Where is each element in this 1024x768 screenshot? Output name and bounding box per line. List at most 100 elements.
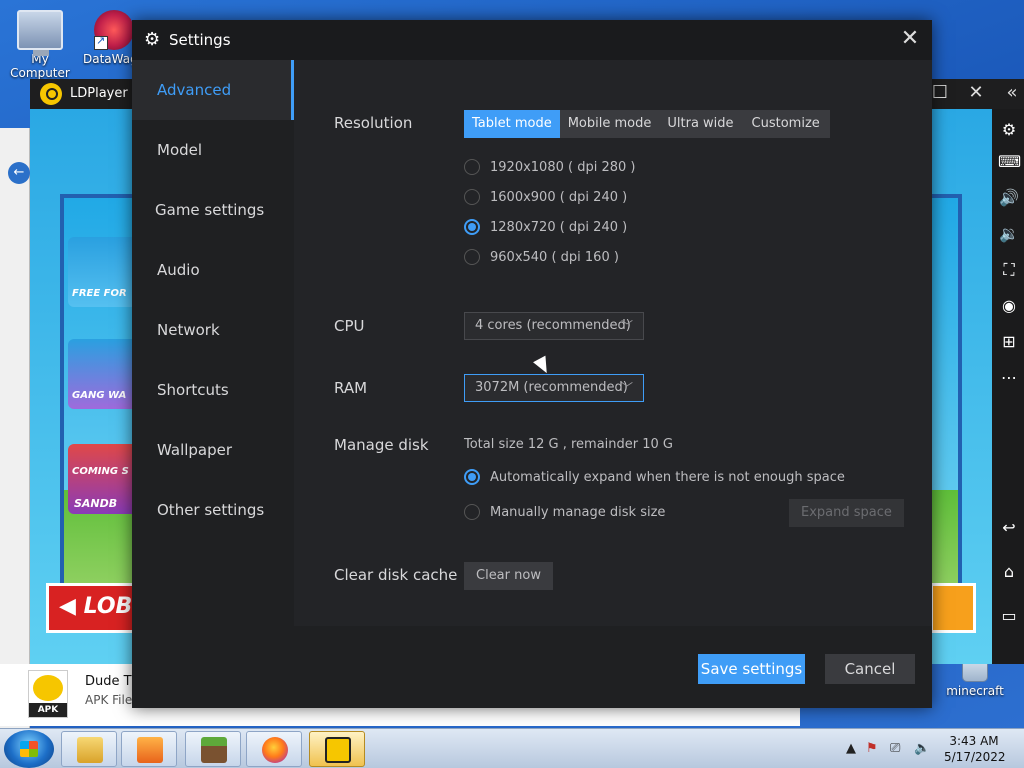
taskbar-minecraft[interactable] bbox=[185, 731, 241, 767]
back-nav-icon[interactable]: ↩ bbox=[998, 517, 1020, 539]
folder-icon bbox=[77, 737, 103, 763]
show-hidden-icons-icon[interactable]: ▲ bbox=[846, 741, 856, 756]
game-card-label: SANDB bbox=[74, 497, 118, 510]
ldplayer-sidebar: ⚙ ⌨ 🔊 🔉 ⛶ ◉ ⊞ ⋯ ↩ ⌂ ▭ bbox=[992, 109, 1024, 664]
disk-manual-option[interactable]: Manually manage disk size bbox=[464, 503, 665, 522]
taskbar-ldplayer[interactable] bbox=[309, 731, 365, 767]
settings-nav: Advanced Model Game settings Audio Netwo… bbox=[132, 60, 294, 626]
home-icon[interactable]: ⌂ bbox=[998, 561, 1020, 583]
volume-down-icon[interactable]: 🔉 bbox=[998, 223, 1020, 245]
resolution-option[interactable]: 960x540 ( dpi 160 ) bbox=[464, 248, 619, 267]
taskbar-media-player[interactable] bbox=[121, 731, 177, 767]
nav-item-game-settings[interactable]: Game settings bbox=[132, 180, 294, 240]
game-card-gang-wars[interactable]: GANG WA bbox=[68, 339, 138, 409]
clear-now-button[interactable]: Clear now bbox=[464, 562, 553, 590]
expand-space-button[interactable]: Expand space bbox=[789, 499, 904, 527]
taskbar-firefox[interactable] bbox=[246, 731, 302, 767]
desktop-icon-my-computer[interactable]: My Computer bbox=[0, 10, 80, 80]
resolution-label: Resolution bbox=[334, 114, 413, 132]
chevron-down-icon: ﹀ bbox=[620, 381, 633, 395]
recent-apps-icon[interactable]: ▭ bbox=[998, 605, 1020, 627]
volume-up-icon[interactable]: 🔊 bbox=[998, 187, 1020, 209]
disk-auto-expand-option[interactable]: Automatically expand when there is not e… bbox=[464, 468, 845, 487]
apk-file-icon: APK bbox=[28, 670, 68, 718]
datawago-icon bbox=[94, 10, 134, 50]
ram-label: RAM bbox=[334, 379, 368, 397]
nav-item-network[interactable]: Network bbox=[132, 300, 294, 360]
desktop-icon-label: My Computer bbox=[10, 52, 70, 80]
tab-mobile-mode[interactable]: Mobile mode bbox=[560, 110, 660, 138]
ldplayer-logo-icon bbox=[40, 83, 62, 105]
record-icon[interactable]: ◉ bbox=[998, 295, 1020, 317]
cancel-button[interactable]: Cancel bbox=[825, 654, 915, 684]
settings-footer: Save settings Cancel bbox=[132, 626, 932, 708]
settings-content: Resolution Tablet mode Mobile mode Ultra… bbox=[294, 60, 932, 626]
ldplayer-logo-icon bbox=[33, 675, 63, 701]
tab-customize[interactable]: Customize bbox=[742, 110, 830, 138]
game-card-label: FREE FOR bbox=[72, 288, 127, 299]
ldplayer-icon bbox=[325, 737, 351, 763]
radio-unchecked-icon bbox=[464, 188, 480, 205]
game-card-sandbox[interactable]: COMING S SANDB bbox=[68, 444, 138, 514]
fullscreen-icon[interactable]: ⛶ bbox=[998, 259, 1020, 281]
lobby-button[interactable]: ◀ LOB bbox=[46, 583, 146, 633]
network-icon[interactable]: ⎚ bbox=[890, 741, 900, 756]
resolution-mode-tabs: Tablet mode Mobile mode Ultra wide Custo… bbox=[464, 110, 830, 138]
cpu-select[interactable]: 4 cores (recommended) ﹀ bbox=[464, 312, 644, 340]
gear-icon: ⚙ bbox=[144, 29, 161, 50]
minecraft-icon bbox=[201, 737, 227, 763]
apk-badge: APK bbox=[29, 703, 67, 717]
nav-item-other-settings[interactable]: Other settings bbox=[132, 480, 294, 540]
clock-time: 3:43 AM bbox=[949, 734, 999, 748]
disk-size-info: Total size 12 G , remainder 10 G bbox=[464, 437, 673, 452]
save-settings-button[interactable]: Save settings bbox=[698, 654, 805, 684]
tab-tablet-mode[interactable]: Tablet mode bbox=[464, 110, 560, 138]
nav-item-shortcuts[interactable]: Shortcuts bbox=[132, 360, 294, 420]
close-icon[interactable]: ✕ bbox=[898, 27, 922, 51]
game-card-free-for[interactable]: FREE FOR bbox=[68, 237, 138, 307]
nav-item-model[interactable]: Model bbox=[132, 120, 294, 180]
file-type: APK File bbox=[85, 693, 133, 707]
media-player-icon bbox=[137, 737, 163, 763]
shortcut-arrow-icon bbox=[94, 34, 108, 50]
start-button[interactable] bbox=[4, 730, 54, 768]
resolution-option-selected[interactable]: 1280x720 ( dpi 240 ) bbox=[464, 218, 627, 237]
nav-item-wallpaper[interactable]: Wallpaper bbox=[132, 420, 294, 480]
volume-icon[interactable]: 🔈 bbox=[914, 741, 930, 756]
radio-unchecked-icon bbox=[464, 248, 480, 265]
radio-checked-icon bbox=[464, 468, 480, 485]
keyboard-icon[interactable]: ⌨ bbox=[998, 151, 1021, 173]
ram-select[interactable]: 3072M (recommended) ﹀ bbox=[464, 374, 644, 402]
close-icon[interactable]: ✕ bbox=[964, 82, 988, 103]
cpu-label: CPU bbox=[334, 317, 365, 335]
game-card-label: COMING S bbox=[72, 466, 129, 477]
taskbar-explorer[interactable] bbox=[61, 731, 117, 767]
taskbar-clock[interactable]: 3:43 AM 5/17/2022 bbox=[944, 733, 1006, 765]
desktop-icon-label: minecraft bbox=[946, 684, 1004, 698]
resolution-option[interactable]: 1920x1080 ( dpi 280 ) bbox=[464, 158, 635, 177]
manage-disk-label: Manage disk bbox=[334, 436, 429, 454]
settings-title: Settings bbox=[169, 31, 231, 49]
resolution-option[interactable]: 1600x900 ( dpi 240 ) bbox=[464, 188, 627, 207]
more-icon[interactable]: ⋯ bbox=[998, 367, 1020, 389]
radio-unchecked-icon bbox=[464, 158, 480, 175]
computer-icon bbox=[17, 10, 63, 56]
collapse-panel-icon[interactable]: « bbox=[1000, 82, 1024, 103]
settings-dialog: ⚙ Settings ✕ Advanced Model Game setting… bbox=[132, 20, 932, 708]
game-action-button[interactable] bbox=[930, 583, 976, 633]
add-app-icon[interactable]: ⊞ bbox=[998, 331, 1020, 353]
radio-checked-icon bbox=[464, 218, 480, 235]
settings-titlebar: ⚙ Settings ✕ bbox=[132, 20, 932, 60]
radio-unchecked-icon bbox=[464, 503, 480, 520]
firefox-icon bbox=[262, 737, 288, 763]
clock-date: 5/17/2022 bbox=[944, 750, 1006, 764]
taskbar: ▲ ⚑ ⎚ 🔈 3:43 AM 5/17/2022 bbox=[0, 728, 1024, 768]
back-icon[interactable]: ← bbox=[8, 162, 30, 184]
chevron-down-icon: ﹀ bbox=[620, 319, 633, 333]
settings-gear-icon[interactable]: ⚙ bbox=[998, 119, 1020, 141]
nav-item-advanced[interactable]: Advanced bbox=[132, 60, 294, 120]
nav-item-audio[interactable]: Audio bbox=[132, 240, 294, 300]
flag-icon[interactable]: ⚑ bbox=[866, 741, 878, 756]
clear-cache-label: Clear disk cache bbox=[334, 566, 458, 584]
tab-ultra-wide[interactable]: Ultra wide bbox=[659, 110, 741, 138]
